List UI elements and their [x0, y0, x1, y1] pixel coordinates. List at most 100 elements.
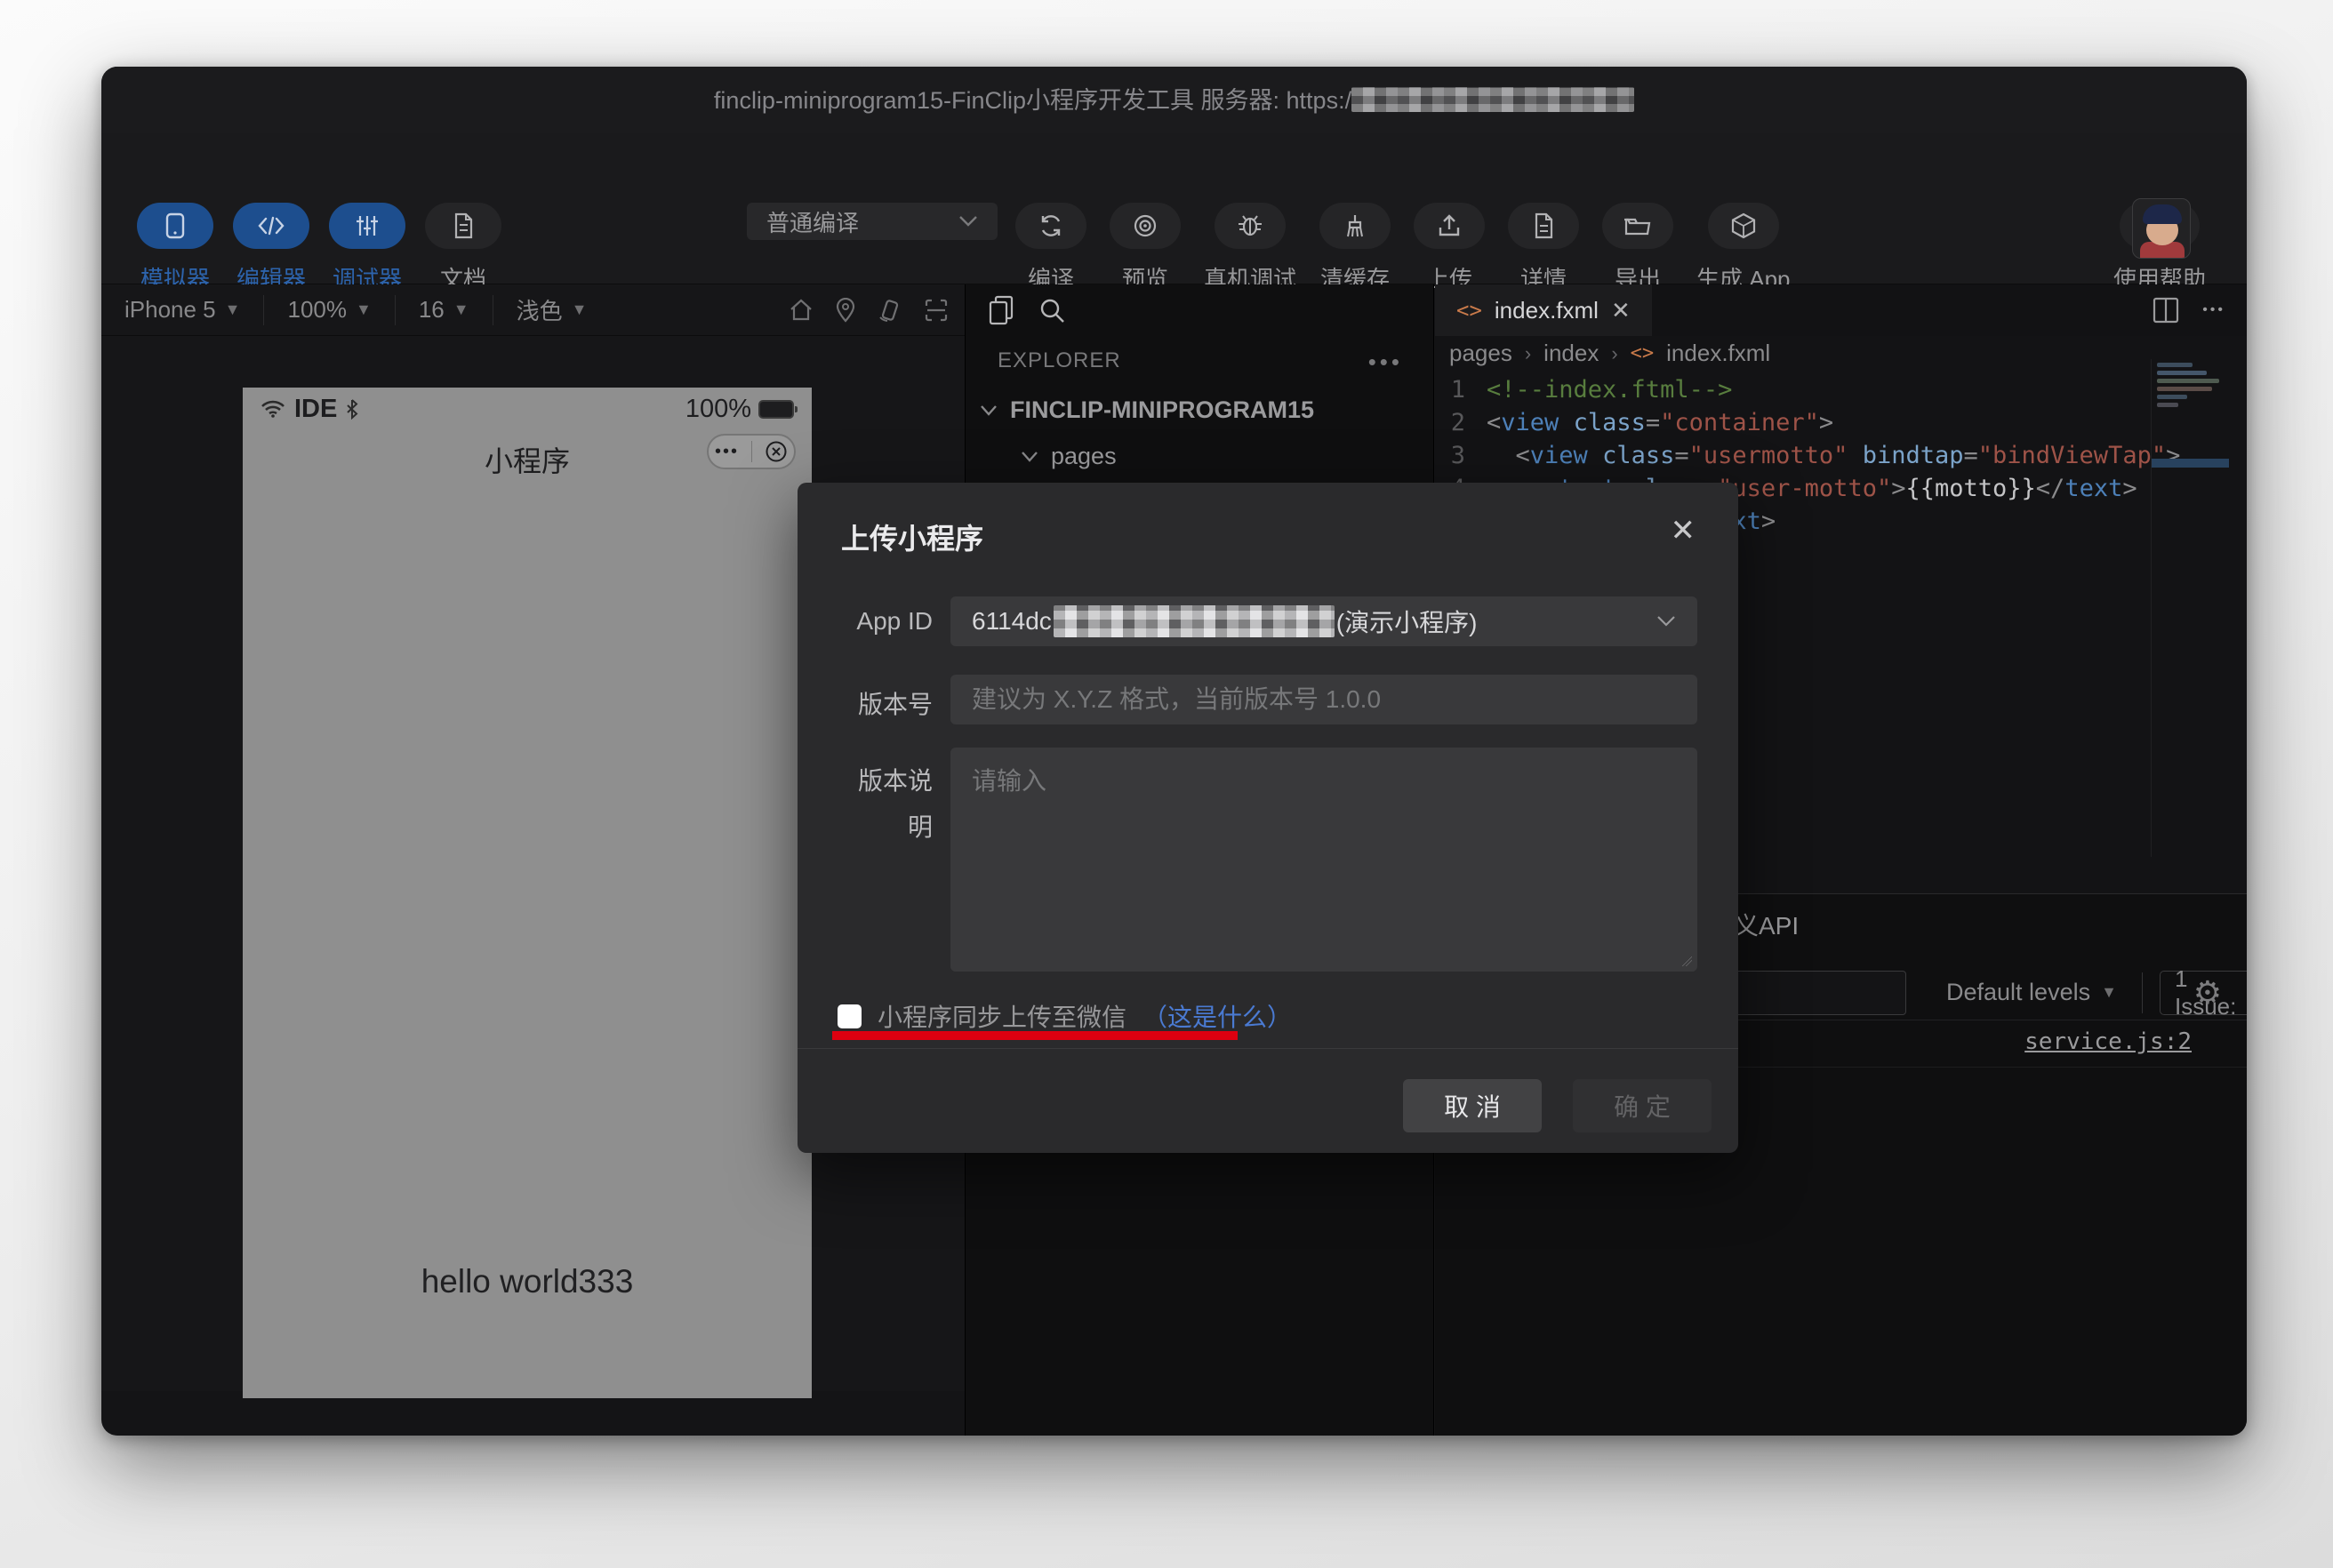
- wechat-sync-row: 小程序同步上传至微信 （这是什么）: [838, 998, 1292, 1034]
- search-icon[interactable]: [1038, 297, 1065, 324]
- title-bar: finclip-miniprogram15-FinClip小程序开发工具 服务器…: [101, 67, 2247, 133]
- dialog-title: 上传小程序: [841, 516, 983, 557]
- dialog-close-icon[interactable]: ✕: [1671, 513, 1696, 548]
- document-icon: [453, 212, 474, 239]
- editor-mode-button[interactable]: 编辑器: [233, 203, 309, 294]
- tab-label: index.fxml: [1495, 297, 1599, 324]
- device-select[interactable]: iPhone 5 ▼: [101, 295, 264, 325]
- tree-item-pages[interactable]: pages: [1021, 443, 1117, 470]
- broom-icon: [1343, 213, 1367, 238]
- editor-more-icon[interactable]: •••: [2202, 302, 2225, 318]
- minimap[interactable]: [2151, 359, 2229, 857]
- chevron-down-icon: ▼: [225, 300, 241, 319]
- simulator-mode-button[interactable]: 模拟器: [137, 203, 213, 294]
- battery-percent: 100%: [685, 395, 751, 424]
- editor-tab-bar: <> index.fxml ✕ •••: [1435, 284, 2247, 336]
- main-toolbar: 模拟器 编辑器 调试器 文档 普通编译 编译: [101, 133, 2247, 284]
- device-value: iPhone 5: [124, 296, 216, 324]
- user-avatar[interactable]: [2132, 198, 2191, 259]
- fxml-file-icon: <>: [1631, 342, 1655, 364]
- appid-value-prefix: 6114dc: [972, 607, 1052, 636]
- simulator-status-bar: IDE 100%: [243, 388, 812, 430]
- version-label: 版本号: [798, 685, 933, 721]
- preview-icon: [1133, 213, 1158, 238]
- zoom-select[interactable]: 100% ▼: [264, 295, 395, 325]
- compile-mode-value: 普通编译: [766, 205, 859, 238]
- redacted-appid: [1054, 605, 1335, 637]
- wifi-icon: [261, 400, 285, 418]
- debugger-mode-button[interactable]: 调试器: [329, 203, 405, 294]
- tree-item-project[interactable]: FINCLIP-MINIPROGRAM15: [980, 396, 1314, 424]
- device-bar: iPhone 5 ▼ 100% ▼ 16▼ 浅色▼: [101, 284, 965, 336]
- log-levels-value: Default levels: [1946, 979, 2090, 1006]
- code-icon: [257, 215, 285, 236]
- wechat-sync-label: 小程序同步上传至微信: [878, 998, 1126, 1034]
- breadcrumb: pages › index › <> index.fxml: [1449, 340, 1770, 367]
- console-settings-gear-icon[interactable]: ⚙: [2193, 974, 2222, 1012]
- avatar-hat: [2143, 204, 2182, 224]
- tab-index-fxml[interactable]: <> index.fxml ✕: [1435, 284, 1652, 336]
- close-tab-icon[interactable]: ✕: [1611, 297, 1631, 324]
- theme-select[interactable]: 浅色▼: [493, 295, 611, 325]
- code-line[interactable]: 1<!--index.ftml-->: [1435, 373, 2247, 406]
- minimap-highlight: [2152, 459, 2229, 468]
- bug-icon: [1237, 213, 1263, 238]
- version-input[interactable]: [950, 675, 1697, 724]
- explorer-title: EXPLORER: [998, 348, 1121, 376]
- docs-button[interactable]: 文档: [425, 203, 501, 294]
- chevron-down-icon: ▼: [356, 300, 372, 319]
- rotate-device-icon[interactable]: [878, 298, 902, 323]
- breadcrumb-pages[interactable]: pages: [1449, 340, 1512, 367]
- clear-cache-button[interactable]: 清缓存: [1319, 203, 1391, 294]
- phone-icon: [164, 212, 187, 239]
- details-button[interactable]: 详情: [1508, 203, 1579, 294]
- close-miniapp-button[interactable]: [765, 440, 788, 463]
- breadcrumb-file[interactable]: index.fxml: [1666, 340, 1770, 367]
- more-menu-button[interactable]: •••: [715, 442, 739, 462]
- source-link[interactable]: service.js:2: [2024, 1028, 2192, 1055]
- chevron-down-icon: [1656, 615, 1676, 628]
- code-line[interactable]: 2<view class="container">: [1435, 406, 2247, 439]
- folder-name: pages: [1051, 443, 1117, 470]
- chevron-right-icon: ›: [1611, 342, 1617, 365]
- appid-select[interactable]: 6114dc (演示小程序): [950, 596, 1697, 646]
- appid-value-suffix: (演示小程序): [1336, 604, 1478, 639]
- zoom-value: 100%: [287, 296, 347, 324]
- new-file-icon[interactable]: [989, 295, 1015, 325]
- upload-icon: [1437, 213, 1462, 238]
- upload-dialog: 上传小程序 ✕ App ID 6114dc (演示小程序) 版本号 版本说明 小程…: [798, 483, 1738, 1153]
- sliders-icon: [355, 213, 380, 238]
- project-name: FINCLIP-MINIPROGRAM15: [1010, 396, 1314, 424]
- wechat-sync-checkbox[interactable]: [838, 1004, 862, 1028]
- folder-icon: [1624, 214, 1651, 237]
- compile-mode-select[interactable]: 普通编译: [747, 203, 998, 240]
- cancel-button[interactable]: 取 消: [1403, 1079, 1542, 1132]
- log-levels-select[interactable]: Default levels ▼: [1946, 979, 2117, 1006]
- preview-button[interactable]: 预览: [1110, 203, 1181, 294]
- chevron-right-icon: ›: [1525, 342, 1531, 365]
- chevron-down-icon: ▼: [453, 300, 469, 319]
- chevron-down-icon: [1021, 451, 1038, 463]
- breadcrumb-index[interactable]: index: [1543, 340, 1599, 367]
- upload-button[interactable]: 上传: [1414, 203, 1485, 294]
- split-editor-icon[interactable]: [2153, 297, 2179, 324]
- confirm-button[interactable]: 确 定: [1573, 1079, 1712, 1132]
- location-icon[interactable]: [835, 298, 856, 323]
- description-label: 版本说明: [858, 758, 933, 851]
- chevron-down-icon: [958, 215, 978, 228]
- description-textarea[interactable]: [950, 748, 1697, 972]
- console-divider: [2142, 972, 2143, 1013]
- code-line[interactable]: 3 <view class="usermotto" bindtap="bindV…: [1435, 439, 2247, 472]
- export-button[interactable]: 导出: [1602, 203, 1673, 294]
- explorer-more-button[interactable]: •••: [1368, 348, 1403, 376]
- what-is-this-link[interactable]: （这是什么）: [1142, 998, 1292, 1034]
- remote-debug-button[interactable]: 真机调试: [1204, 203, 1296, 294]
- scan-icon[interactable]: [924, 298, 949, 323]
- home-icon[interactable]: [789, 298, 814, 323]
- fontsize-select[interactable]: 16▼: [396, 295, 493, 325]
- compile-button[interactable]: 编译: [1015, 203, 1086, 294]
- generate-app-button[interactable]: 生成 App: [1696, 203, 1791, 294]
- appid-label: App ID: [798, 607, 933, 636]
- file-icon: [1533, 212, 1554, 239]
- chevron-down-icon: ▼: [572, 300, 588, 319]
